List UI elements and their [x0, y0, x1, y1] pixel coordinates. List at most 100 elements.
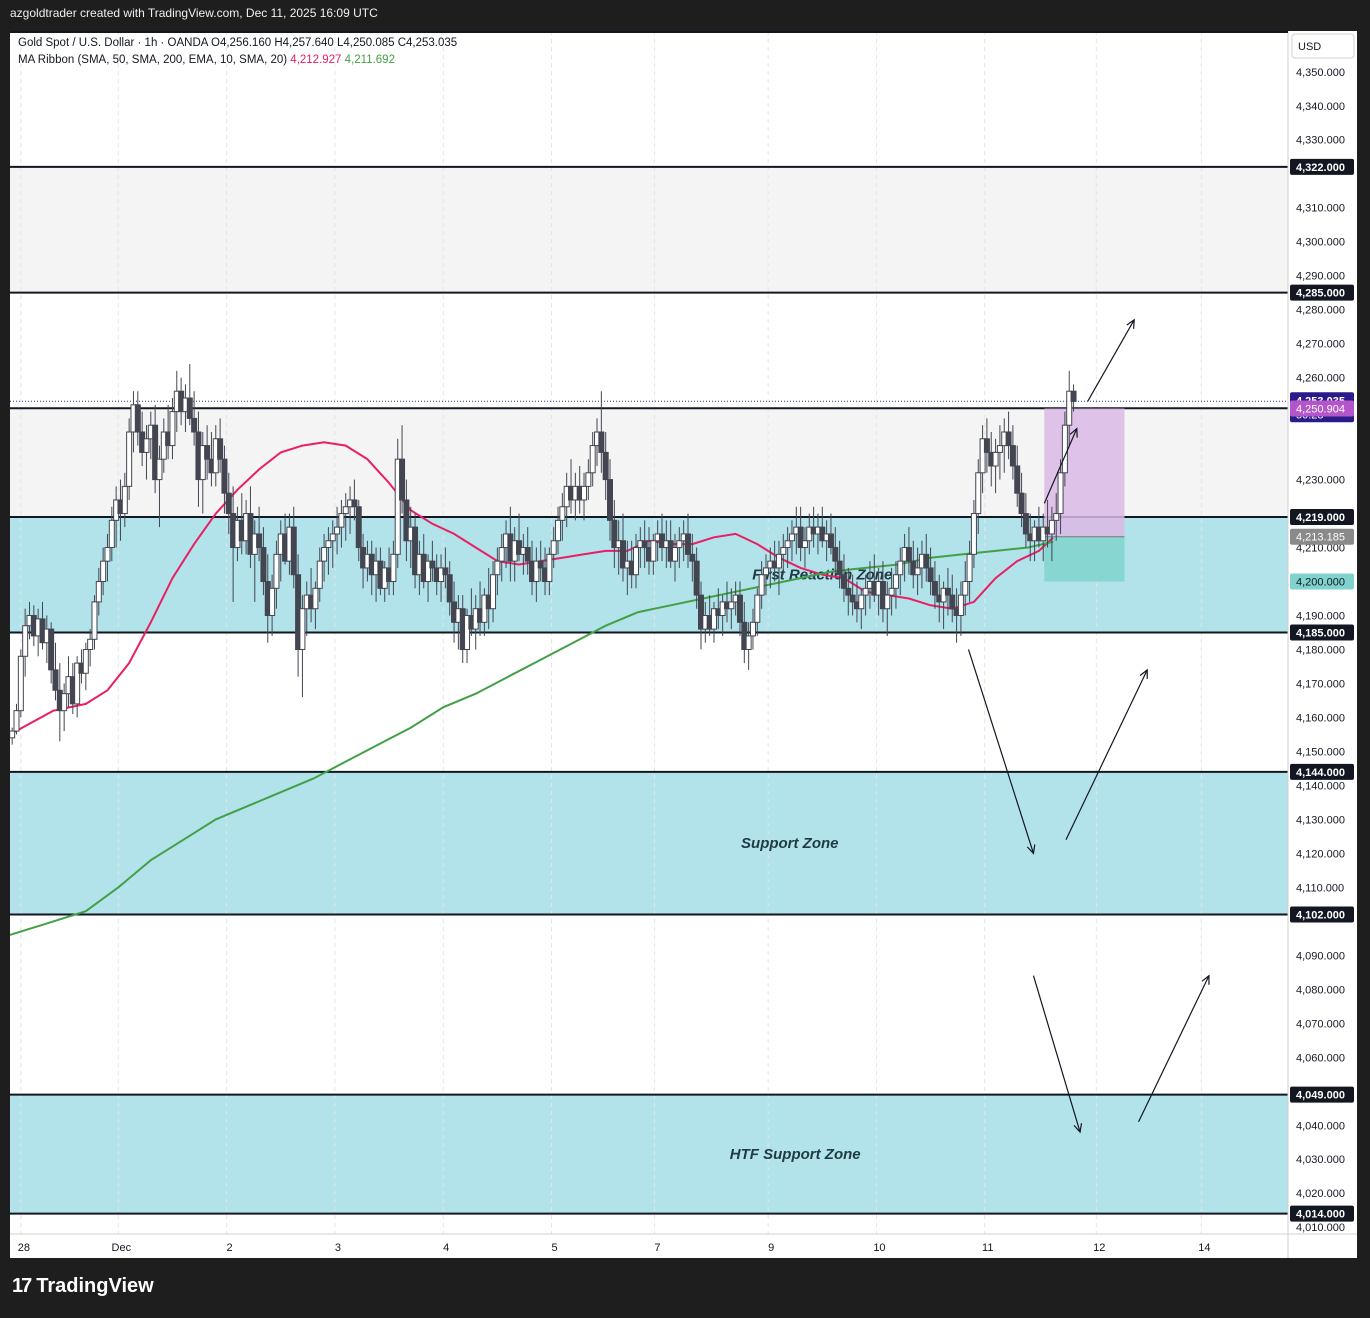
candle-body: [728, 601, 735, 610]
candle-body: [758, 574, 765, 596]
chart-legend: Gold Spot / U.S. Dollar · 1h · OANDA O4,…: [18, 35, 457, 69]
candle-body: [429, 560, 436, 569]
candle-body: [840, 574, 847, 589]
candle-body: [676, 540, 683, 549]
candle-body: [13, 710, 20, 732]
time-tick-label: 2: [227, 1242, 233, 1254]
candle-body: [745, 635, 752, 650]
price-line-tag-label: 4,285.000: [1296, 288, 1345, 300]
price-tick-label: 4,310.000: [1296, 203, 1345, 215]
candle-body: [134, 404, 141, 433]
chart-frame[interactable]: First Reaction Zone Support Zone HTF Suppo…: [10, 31, 1357, 1258]
candle-body: [52, 669, 59, 691]
candle-body: [87, 638, 94, 650]
candle-body: [693, 560, 700, 596]
time-tick-label: Dec: [112, 1242, 132, 1254]
candle-body: [399, 458, 406, 501]
candle-body: [260, 547, 267, 583]
candle-body: [17, 655, 24, 712]
candle-body: [962, 581, 969, 596]
candle-body: [788, 533, 795, 542]
candle-body: [589, 445, 596, 474]
price-tick-label: 4,260.000: [1296, 373, 1345, 385]
candle-body: [338, 513, 345, 528]
candle-body: [970, 513, 977, 555]
candle-body: [269, 587, 276, 617]
time-tick-label: 5: [551, 1242, 557, 1254]
time-tick-label: 9: [768, 1242, 774, 1254]
price-tick-label: 4,180.000: [1296, 644, 1345, 656]
candle-body: [684, 533, 691, 555]
candle-body: [1048, 519, 1055, 535]
time-tick-label: 28: [18, 1242, 30, 1254]
candle-body: [775, 553, 782, 569]
price-line-tag-label: 4,049.000: [1296, 1090, 1345, 1102]
time-tick-label: 4: [443, 1242, 449, 1254]
candle-body: [490, 574, 497, 610]
candle-body: [61, 693, 68, 712]
price-tick-label: 4,030.000: [1296, 1154, 1345, 1166]
tradingview-logo[interactable]: 17 TradingView: [12, 1275, 154, 1298]
candle-body: [585, 472, 592, 487]
candle-body: [607, 479, 614, 521]
price-tick-label: 4,150.000: [1296, 746, 1345, 758]
candle-body: [801, 540, 808, 549]
price-tick-label: 4,280.000: [1296, 305, 1345, 317]
candle-body: [897, 560, 904, 576]
candle-body: [10, 730, 16, 739]
candle-body: [671, 547, 678, 562]
candle-body: [892, 574, 899, 589]
candle-body: [602, 451, 609, 481]
candle-body: [143, 438, 150, 453]
position-stop-zone: [1044, 536, 1125, 582]
candle-body: [91, 601, 98, 640]
candle-body: [858, 594, 865, 610]
ma-ribbon-label: MA Ribbon (SMA, 50, SMA, 200, EMA, 10, S…: [18, 54, 288, 66]
candle-body: [104, 547, 111, 562]
candle-body: [169, 411, 176, 447]
candle-body: [273, 553, 280, 589]
candle-body: [736, 594, 743, 623]
candle-body: [95, 581, 102, 603]
price-tick-label: 4,270.000: [1296, 339, 1345, 351]
time-tick-label: 3: [335, 1242, 341, 1254]
candle-body: [650, 540, 657, 562]
price-tick-label: 4,080.000: [1296, 984, 1345, 996]
price-tick-label: 4,340.000: [1296, 101, 1345, 113]
tradingview-logo-icon: 17: [12, 1275, 32, 1297]
time-tick-label: 14: [1198, 1242, 1210, 1254]
candle-body: [225, 492, 232, 515]
candle-body: [325, 540, 332, 549]
candle-body: [914, 567, 921, 576]
candle-body: [957, 594, 964, 617]
price-line-tag-label: 4,144.000: [1296, 767, 1345, 779]
candle-body: [749, 621, 756, 637]
price-tick-label: 4,010.000: [1296, 1222, 1345, 1234]
entry-price-label: 4,213.185: [1296, 532, 1345, 544]
candle-body: [351, 499, 358, 508]
price-tick-label: 4,190.000: [1296, 611, 1345, 623]
price-tick-label: 4,020.000: [1296, 1188, 1345, 1200]
price-chart[interactable]: First Reaction ZoneSupport ZoneHTF Suppo…: [10, 31, 1357, 1258]
candle-body: [633, 547, 640, 576]
candle-body: [442, 567, 449, 576]
candle-body: [555, 519, 562, 542]
candle-body: [689, 553, 696, 562]
candle-body: [82, 648, 89, 674]
target-price-label: 4,250.904: [1296, 404, 1345, 416]
candle-body: [550, 540, 557, 555]
candle-body: [321, 547, 328, 562]
candle-body: [641, 540, 648, 549]
candle-body: [156, 458, 163, 481]
candle-body: [1070, 390, 1077, 402]
ma-slow-value: 4,211.692: [344, 54, 395, 66]
candle-body: [888, 587, 895, 596]
candle-body: [1005, 431, 1012, 447]
candle-body: [1061, 424, 1068, 474]
projection-arrow-0: [1087, 319, 1135, 402]
price-tick-label: 4,130.000: [1296, 814, 1345, 826]
tradingview-brand: TradingView: [36, 1275, 154, 1297]
ma-ribbon-line: MA Ribbon (SMA, 50, SMA, 200, EMA, 10, S…: [18, 52, 457, 69]
candle-body: [884, 594, 891, 610]
candle-body: [762, 567, 769, 576]
